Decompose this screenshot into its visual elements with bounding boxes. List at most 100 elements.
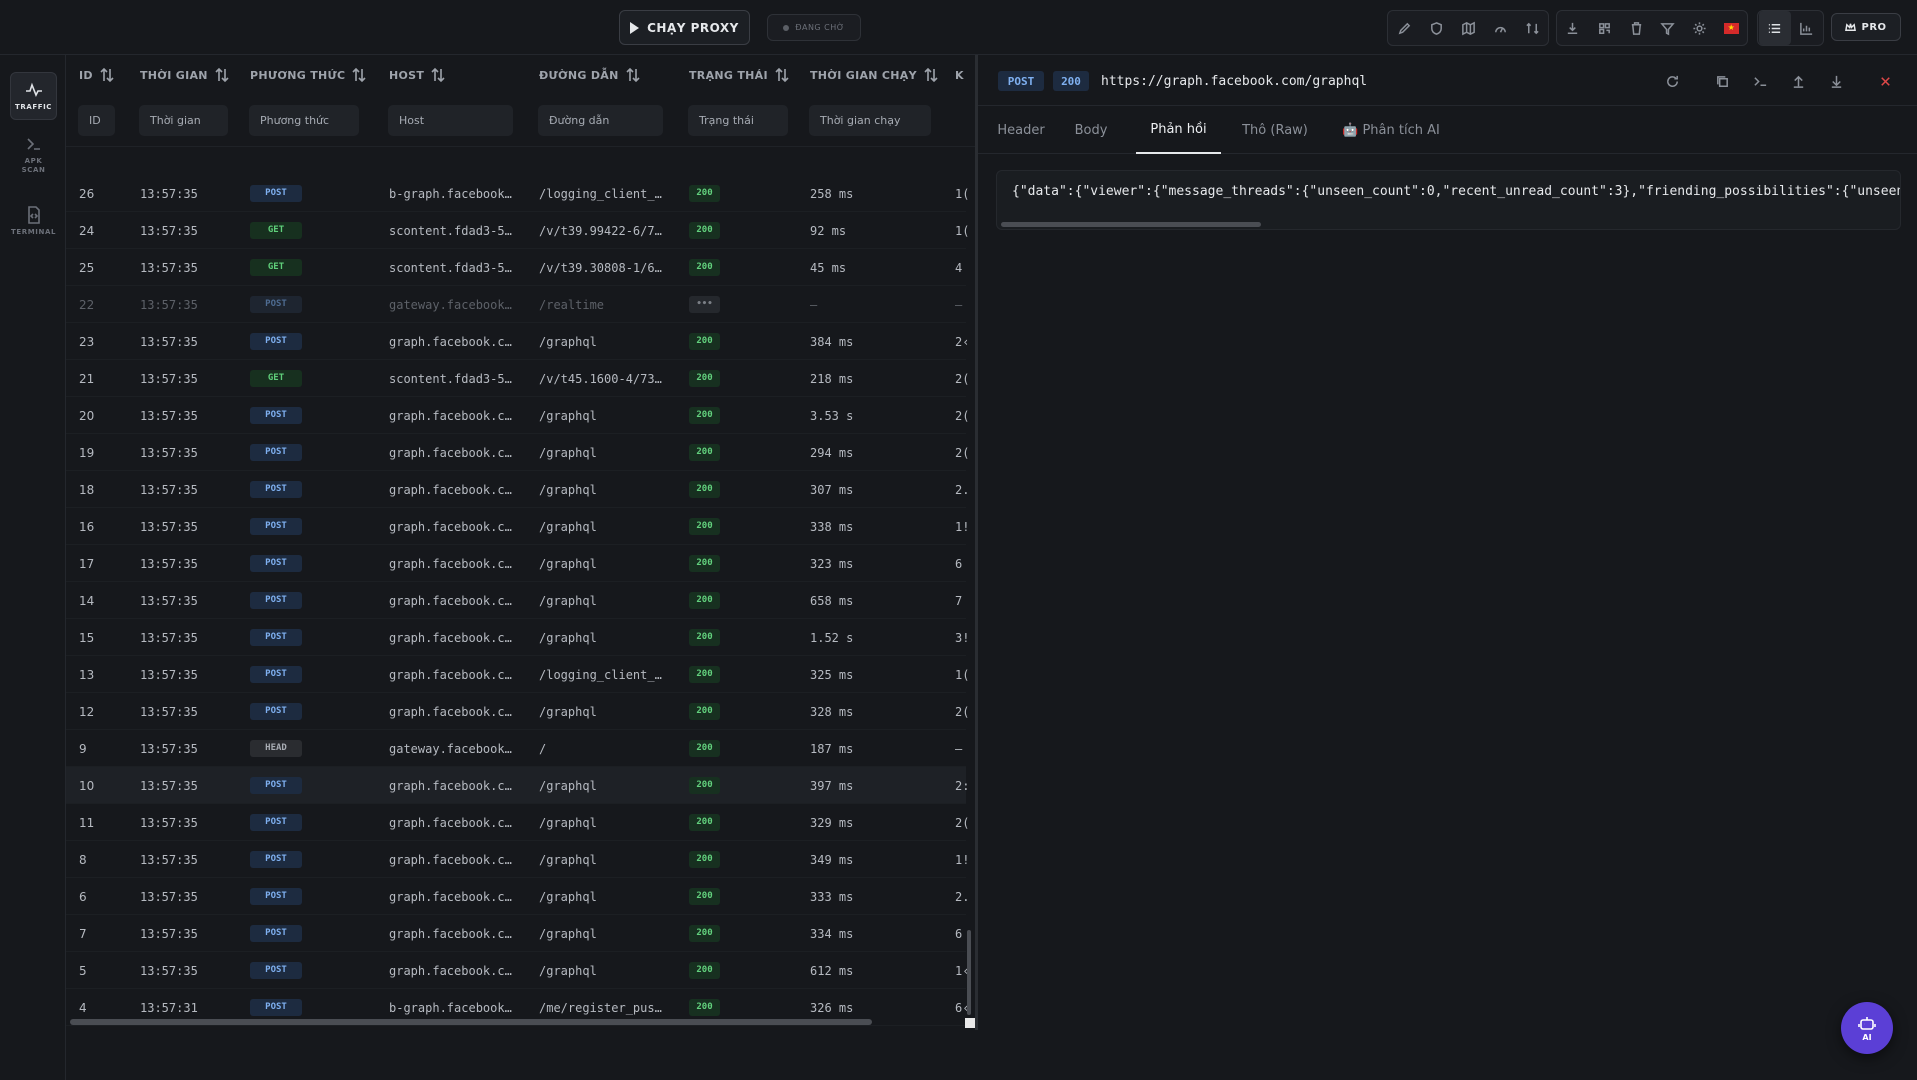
column-header-method[interactable]: PHƯƠNG THỨC xyxy=(250,55,367,95)
tab-raw[interactable]: Thô (Raw) xyxy=(1230,106,1320,154)
table-row[interactable]: 14 13:57:35 POST graph.facebook.c… /graphql 2… xyxy=(66,582,966,619)
curl-button[interactable] xyxy=(1747,68,1773,94)
table-row[interactable]: 21 13:57:35 GET scontent.fdad3-5… /v/t45.160… xyxy=(66,360,969,397)
tab-ai-analysis[interactable]: 🤖 Phân tích AI xyxy=(1330,106,1452,154)
sort-icon xyxy=(431,67,445,83)
tab-header[interactable]: Header xyxy=(988,106,1054,154)
close-detail-button[interactable] xyxy=(1872,68,1898,94)
qr-button[interactable] xyxy=(1589,11,1621,45)
filter-input-duration[interactable]: Thời gian chạy xyxy=(809,105,931,136)
shield-button[interactable] xyxy=(1420,11,1452,45)
run-proxy-button[interactable]: CHẠY PROXY xyxy=(619,10,750,45)
table-row[interactable]: 23 13:57:35 POST graph.facebook.c… /graphql 2… xyxy=(66,323,969,360)
column-header-time[interactable]: THỜI GIAN xyxy=(140,55,230,95)
copy-icon xyxy=(1716,75,1728,87)
method-badge: GET xyxy=(250,370,302,387)
method-badge: POST xyxy=(250,777,302,794)
edit-button[interactable] xyxy=(1388,11,1420,45)
table-row[interactable]: 17 13:57:35 POST graph.facebook.c… /graphql 2… xyxy=(66,545,966,582)
copy-button[interactable] xyxy=(1709,68,1735,94)
table-row[interactable]: 10 13:57:35 POST graph.facebook.c… /graphql 2… xyxy=(66,767,969,804)
vertical-scrollbar[interactable] xyxy=(967,930,971,1015)
horizontal-scrollbar[interactable] xyxy=(70,1019,872,1025)
table-row[interactable]: 9 13:57:35 HEAD gateway.facebook… / 200 187 ms… xyxy=(66,730,966,767)
cell-duration: 294 ms xyxy=(810,445,854,460)
throttle-button[interactable] xyxy=(1484,11,1516,45)
filter-input-id[interactable]: ID xyxy=(78,105,115,136)
column-header-label: ID xyxy=(79,68,93,82)
cell-status: 200 xyxy=(689,804,789,841)
table-row[interactable]: 6 13:57:35 POST graph.facebook.c… /graphql 20… xyxy=(66,878,969,915)
column-header-size[interactable]: K xyxy=(955,55,964,95)
filter-button[interactable] xyxy=(1652,11,1684,45)
column-header-path[interactable]: ĐƯỜNG DẪN xyxy=(539,55,641,95)
response-scrollbar[interactable] xyxy=(1001,222,1261,227)
sidebar-item-terminal[interactable]: TERMINAL xyxy=(10,197,57,245)
column-header-status[interactable]: TRẠNG THÁI xyxy=(689,55,790,95)
next-button[interactable] xyxy=(1823,68,1849,94)
status-badge: 200 xyxy=(689,925,720,942)
table-row[interactable]: 16 13:57:35 POST graph.facebook.c… /graphql 2… xyxy=(66,508,969,545)
list-view-button[interactable] xyxy=(1759,11,1791,45)
export-button[interactable] xyxy=(1557,11,1589,45)
filter-input-host[interactable]: Host xyxy=(388,105,513,136)
table-row[interactable]: 25 13:57:35 GET scontent.fdad3-5… /v/t39.308… xyxy=(66,249,966,286)
cell-status: ••• xyxy=(689,286,789,323)
refresh-button[interactable] xyxy=(1659,68,1685,94)
sidebar-item-apk-scan[interactable]: APK SCAN xyxy=(10,131,57,179)
scroll-corner xyxy=(965,1018,975,1028)
ai-assistant-button[interactable]: AI xyxy=(1841,1002,1893,1054)
filter-input-status[interactable]: Trạng thái xyxy=(688,105,788,136)
column-header-duration[interactable]: THỜI GIAN CHẠY xyxy=(810,55,939,95)
tab-body[interactable]: Body xyxy=(1062,106,1120,154)
cell-time: 13:57:35 xyxy=(140,297,198,312)
terminal-icon xyxy=(1753,76,1766,86)
table-row[interactable]: 22 13:57:35 POST gateway.facebook… /realtime… xyxy=(66,286,966,323)
cell-size: — xyxy=(955,741,963,756)
table-row[interactable]: 26 13:57:35 POST b-graph.facebook… /logging_… xyxy=(66,175,969,212)
table-row[interactable]: 15 13:57:35 POST graph.facebook.c… /graphql 2… xyxy=(66,619,969,656)
table-row[interactable]: 5 13:57:35 POST graph.facebook.c… /graphql 20… xyxy=(66,952,969,989)
cell-method: POST xyxy=(250,878,370,915)
cell-method: POST xyxy=(250,619,370,656)
table-row[interactable]: 13 13:57:35 POST graph.facebook.c… /logging_… xyxy=(66,656,969,693)
method-badge: HEAD xyxy=(250,740,302,757)
cell-duration: 349 ms xyxy=(810,852,854,867)
table-row[interactable]: 24 13:57:35 GET scontent.fdad3-5… /v/t39.994… xyxy=(66,212,969,249)
chart-view-button[interactable] xyxy=(1791,11,1823,45)
response-viewer[interactable]: {"data":{"viewer":{"message_threads":{"u… xyxy=(996,170,1901,230)
map-button[interactable] xyxy=(1452,11,1484,45)
column-header-id[interactable]: ID xyxy=(79,55,115,95)
settings-button[interactable] xyxy=(1684,11,1716,45)
cell-duration: 334 ms xyxy=(810,926,854,941)
language-button[interactable]: ★ xyxy=(1715,11,1747,45)
clear-button[interactable] xyxy=(1620,11,1652,45)
run-proxy-label: CHẠY PROXY xyxy=(647,20,739,35)
table-row[interactable]: 7 13:57:35 POST graph.facebook.c… /graphql 20… xyxy=(66,915,966,952)
table-row[interactable]: 18 13:57:35 POST graph.facebook.c… /graphql 2… xyxy=(66,471,969,508)
method-badge: POST xyxy=(250,962,302,979)
filter-input-method[interactable]: Phương thức xyxy=(249,105,359,136)
filter-input-path[interactable]: Đường dẫn xyxy=(538,105,663,136)
status-badge: 200 xyxy=(689,814,720,831)
method-badge: POST xyxy=(250,407,302,424)
method-badge: POST xyxy=(250,296,302,313)
previous-button[interactable] xyxy=(1785,68,1811,94)
table-row[interactable]: 19 13:57:35 POST graph.facebook.c… /graphql 2… xyxy=(66,434,969,471)
sidebar-item-traffic[interactable]: TRAFFIC xyxy=(10,72,57,120)
tab-response[interactable]: Phản hồi xyxy=(1136,106,1221,154)
cell-time: 13:57:35 xyxy=(140,186,198,201)
table-row[interactable]: 20 13:57:35 POST graph.facebook.c… /graphql 2… xyxy=(66,397,969,434)
cell-status: 200 xyxy=(689,730,789,767)
table-row[interactable]: 8 13:57:35 POST graph.facebook.c… /graphql 20… xyxy=(66,841,969,878)
table-row[interactable]: 11 13:57:35 POST graph.facebook.c… /graphql 2… xyxy=(66,804,969,841)
cell-duration: 658 ms xyxy=(810,593,854,608)
swap-button[interactable] xyxy=(1516,11,1548,45)
filter-input-time[interactable]: Thời gian xyxy=(139,105,228,136)
detail-tabs: Header Body Phản hồi Thô (Raw) 🤖 Phân tí… xyxy=(978,106,1917,154)
method-badge: POST xyxy=(250,851,302,868)
table-row[interactable]: 12 13:57:35 POST graph.facebook.c… /graphql 2… xyxy=(66,693,969,730)
pro-button[interactable]: PRO xyxy=(1831,13,1901,41)
column-header-host[interactable]: HOST xyxy=(389,55,446,95)
sidebar-item-label: APK SCAN xyxy=(21,157,46,174)
